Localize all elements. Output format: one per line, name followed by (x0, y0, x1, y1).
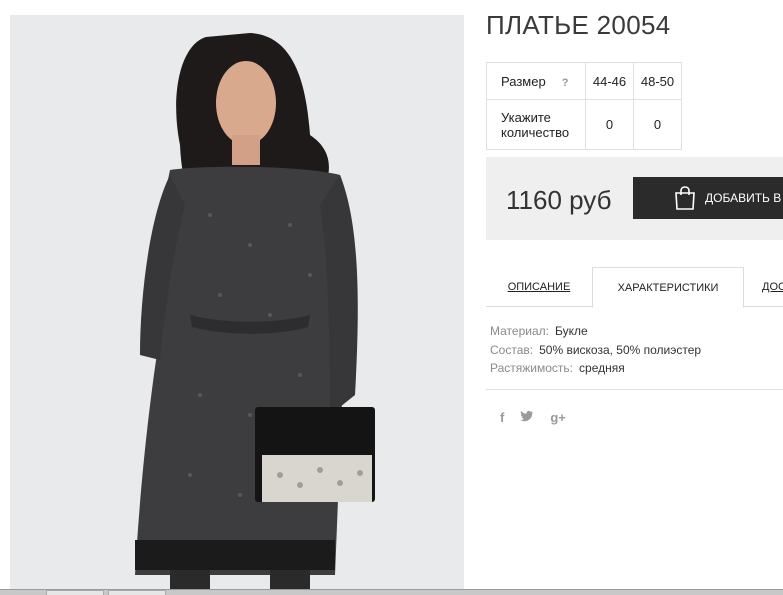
product-tabs: ОПИСАНИЕ ХАРАКТЕРИСТИКИ ДОС (486, 267, 783, 308)
size-option-48-50: 48-50 (633, 62, 682, 100)
characteristic-value: 50% вискоза, 50% полиэстер (539, 342, 702, 357)
tab-characteristics[interactable]: ХАРАКТЕРИСТИКИ (592, 267, 744, 308)
tab-description[interactable]: ОПИСАНИЕ (486, 267, 592, 307)
size-help-icon[interactable]: ? (562, 77, 569, 89)
google-plus-icon[interactable]: g+ (550, 410, 566, 425)
product-photo[interactable] (10, 15, 464, 593)
characteristic-key: Материал: (490, 324, 549, 338)
product-title: ПЛАТЬЕ 20054 (486, 10, 671, 40)
characteristic-value: средняя (579, 361, 625, 375)
add-to-cart-button[interactable]: ДОБАВИТЬ В З (633, 177, 783, 219)
tab-delivery-label: ДОС (762, 281, 783, 293)
characteristic-row: Материал: Букле (490, 322, 701, 341)
characteristic-key: Растяжимость: (490, 361, 574, 375)
characteristic-value: Букле (554, 324, 588, 338)
tab-description-label: ОПИСАНИЕ (507, 281, 571, 293)
price-value: 1160 руб (506, 185, 612, 215)
quantity-label-line2: количество (501, 124, 570, 140)
size-option-44-46: 44-46 (585, 62, 634, 100)
characteristic-key: Состав: (490, 342, 534, 357)
price-panel: 1160 руб ДОБАВИТЬ В З (486, 157, 783, 240)
twitter-icon[interactable] (520, 410, 534, 425)
add-to-cart-label: ДОБАВИТЬ В З (705, 191, 783, 205)
size-label: Размер (501, 73, 546, 89)
quantity-input-44-46[interactable]: 0 (585, 99, 634, 150)
shopping-bag-icon (673, 185, 697, 214)
divider (486, 389, 783, 390)
quantity-input-48-50[interactable]: 0 (633, 99, 682, 150)
tab-characteristics-label: ХАРАКТЕРИСТИКИ (617, 281, 719, 294)
taskbar (0, 589, 783, 595)
dress-model-illustration (10, 15, 464, 593)
taskbar-button[interactable] (108, 590, 166, 595)
facebook-icon[interactable]: f (500, 410, 504, 425)
quantity-label-line1: Укажите (501, 109, 551, 125)
tab-delivery[interactable]: ДОС (762, 267, 783, 307)
social-share: f g+ (500, 410, 566, 425)
quantity-label-cell: Укажите количество (486, 99, 586, 150)
characteristic-row: Растяжимость: средняя (490, 359, 701, 378)
taskbar-button[interactable] (46, 590, 104, 595)
size-label-cell: Размер? (486, 62, 586, 100)
characteristics-list: Материал: Букле Состав: 50% вискоза, 50% п… (490, 322, 701, 378)
size-table: Размер? 44-46 48-50 Укажите количество 0… (486, 62, 682, 150)
characteristic-row: Состав: 50% вискоза, 50% полиэстер (490, 341, 701, 360)
